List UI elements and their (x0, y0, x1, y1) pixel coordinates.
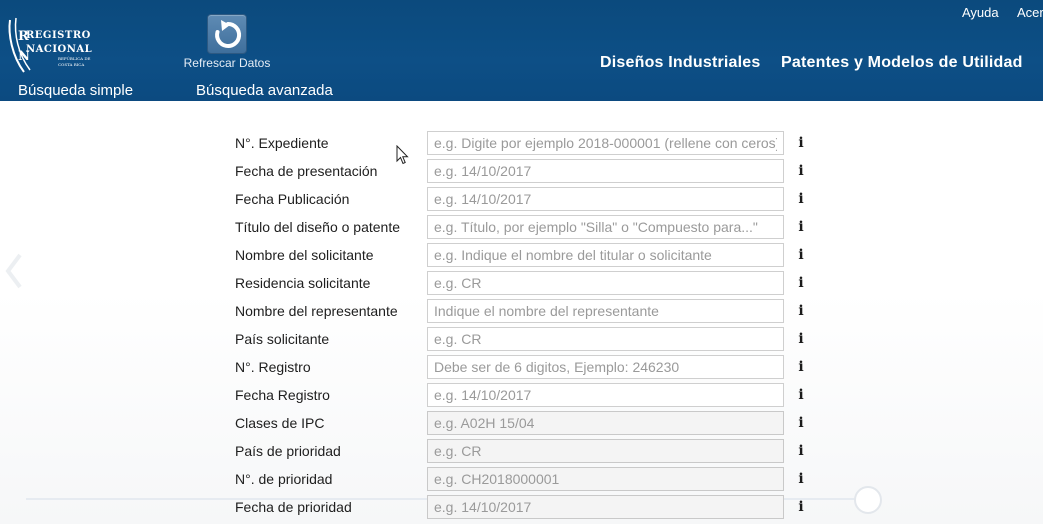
field-label: N°. Expediente (235, 135, 329, 151)
logo-line-2: NACIONAL (26, 44, 93, 55)
form-row-fecha-publicacion: Fecha Publicación i (0, 187, 1043, 211)
advanced-search-form: N°. Expediente i Fecha de presentación i… (0, 101, 1043, 524)
field-label: Fecha Publicación (235, 191, 350, 207)
nav-industrial-designs[interactable]: Diseños Industriales (600, 54, 761, 72)
field-label: Fecha de prioridad (235, 499, 352, 515)
form-row-registro: N°. Registro i (0, 355, 1043, 379)
field-label: Fecha de presentación (235, 163, 378, 179)
form-row-pais-prioridad: País de prioridad i (0, 439, 1043, 463)
info-icon[interactable]: i (796, 135, 806, 151)
info-icon[interactable]: i (796, 275, 806, 291)
fecha-presentacion-input[interactable] (427, 159, 784, 183)
representante-input[interactable] (427, 299, 784, 323)
refresh-label: Refrescar Datos (183, 56, 271, 70)
refresh-icon[interactable] (207, 14, 247, 54)
info-icon[interactable]: i (796, 163, 806, 179)
fecha-registro-input[interactable] (427, 383, 784, 407)
fecha-prioridad-input[interactable] (427, 495, 784, 519)
field-label: Fecha Registro (235, 387, 330, 403)
form-row-expediente: N°. Expediente i (0, 131, 1043, 155)
field-label: Nombre del representante (235, 303, 398, 319)
field-label: Nombre del solicitante (235, 247, 374, 263)
form-row-pais-solicitante: País solicitante i (0, 327, 1043, 351)
logo-line-4: COSTA RICA (58, 62, 85, 67)
info-icon[interactable]: i (796, 303, 806, 319)
field-label: N°. de prioridad (235, 471, 333, 487)
form-row-numero-prioridad: N°. de prioridad i (0, 467, 1043, 491)
field-label: N°. Registro (235, 359, 311, 375)
form-row-residencia: Residencia solicitante i (0, 271, 1043, 295)
field-label: Residencia solicitante (235, 275, 371, 291)
field-label: País solicitante (235, 331, 330, 347)
info-icon[interactable]: i (796, 387, 806, 403)
form-row-fecha-registro: Fecha Registro i (0, 383, 1043, 407)
site-header: R N REGISTRO NACIONAL REPÚBLICA DE COSTA… (0, 0, 1043, 101)
info-icon[interactable]: i (796, 191, 806, 207)
form-row-clases-ipc: Clases de IPC i (0, 411, 1043, 435)
info-icon[interactable]: i (796, 331, 806, 347)
field-label: País de prioridad (235, 443, 341, 459)
pais-solicitante-input[interactable] (427, 327, 784, 351)
logo-line-1: REGISTRO (26, 30, 91, 41)
about-link[interactable]: Acer (1017, 5, 1043, 20)
nombre-solicitante-input[interactable] (427, 243, 784, 267)
info-icon[interactable]: i (796, 415, 806, 431)
info-icon[interactable]: i (796, 499, 806, 515)
form-row-fecha-presentacion: Fecha de presentación i (0, 159, 1043, 183)
info-icon[interactable]: i (796, 443, 806, 459)
info-icon[interactable]: i (796, 471, 806, 487)
field-label: Clases de IPC (235, 415, 325, 431)
refresh-data-button[interactable]: Refrescar Datos (168, 14, 286, 74)
expediente-input[interactable] (427, 131, 784, 155)
titulo-input[interactable] (427, 215, 784, 239)
form-row-nombre-solicitante: Nombre del solicitante i (0, 243, 1043, 267)
form-row-fecha-prioridad: Fecha de prioridad i (0, 495, 1043, 519)
registro-nacional-logo[interactable]: R N REGISTRO NACIONAL REPÚBLICA DE COSTA… (6, 14, 98, 74)
info-icon[interactable]: i (796, 247, 806, 263)
nav-patents-utility-models[interactable]: Patentes y Modelos de Utilidad (781, 54, 1023, 72)
clases-ipc-input[interactable] (427, 411, 784, 435)
tab-simple-search[interactable]: Búsqueda simple (18, 82, 133, 99)
form-row-titulo: Título del diseño o patente i (0, 215, 1043, 239)
pais-prioridad-input[interactable] (427, 439, 784, 463)
residencia-input[interactable] (427, 271, 784, 295)
tab-advanced-search[interactable]: Búsqueda avanzada (196, 82, 333, 99)
registro-input[interactable] (427, 355, 784, 379)
numero-prioridad-input[interactable] (427, 467, 784, 491)
logo-line-3: REPÚBLICA DE (58, 56, 91, 61)
fecha-publicacion-input[interactable] (427, 187, 784, 211)
form-row-representante: Nombre del representante i (0, 299, 1043, 323)
info-icon[interactable]: i (796, 359, 806, 375)
help-link[interactable]: Ayuda (962, 5, 999, 20)
info-icon[interactable]: i (796, 219, 806, 235)
mouse-pointer-icon (396, 145, 410, 165)
field-label: Título del diseño o patente (235, 219, 401, 235)
